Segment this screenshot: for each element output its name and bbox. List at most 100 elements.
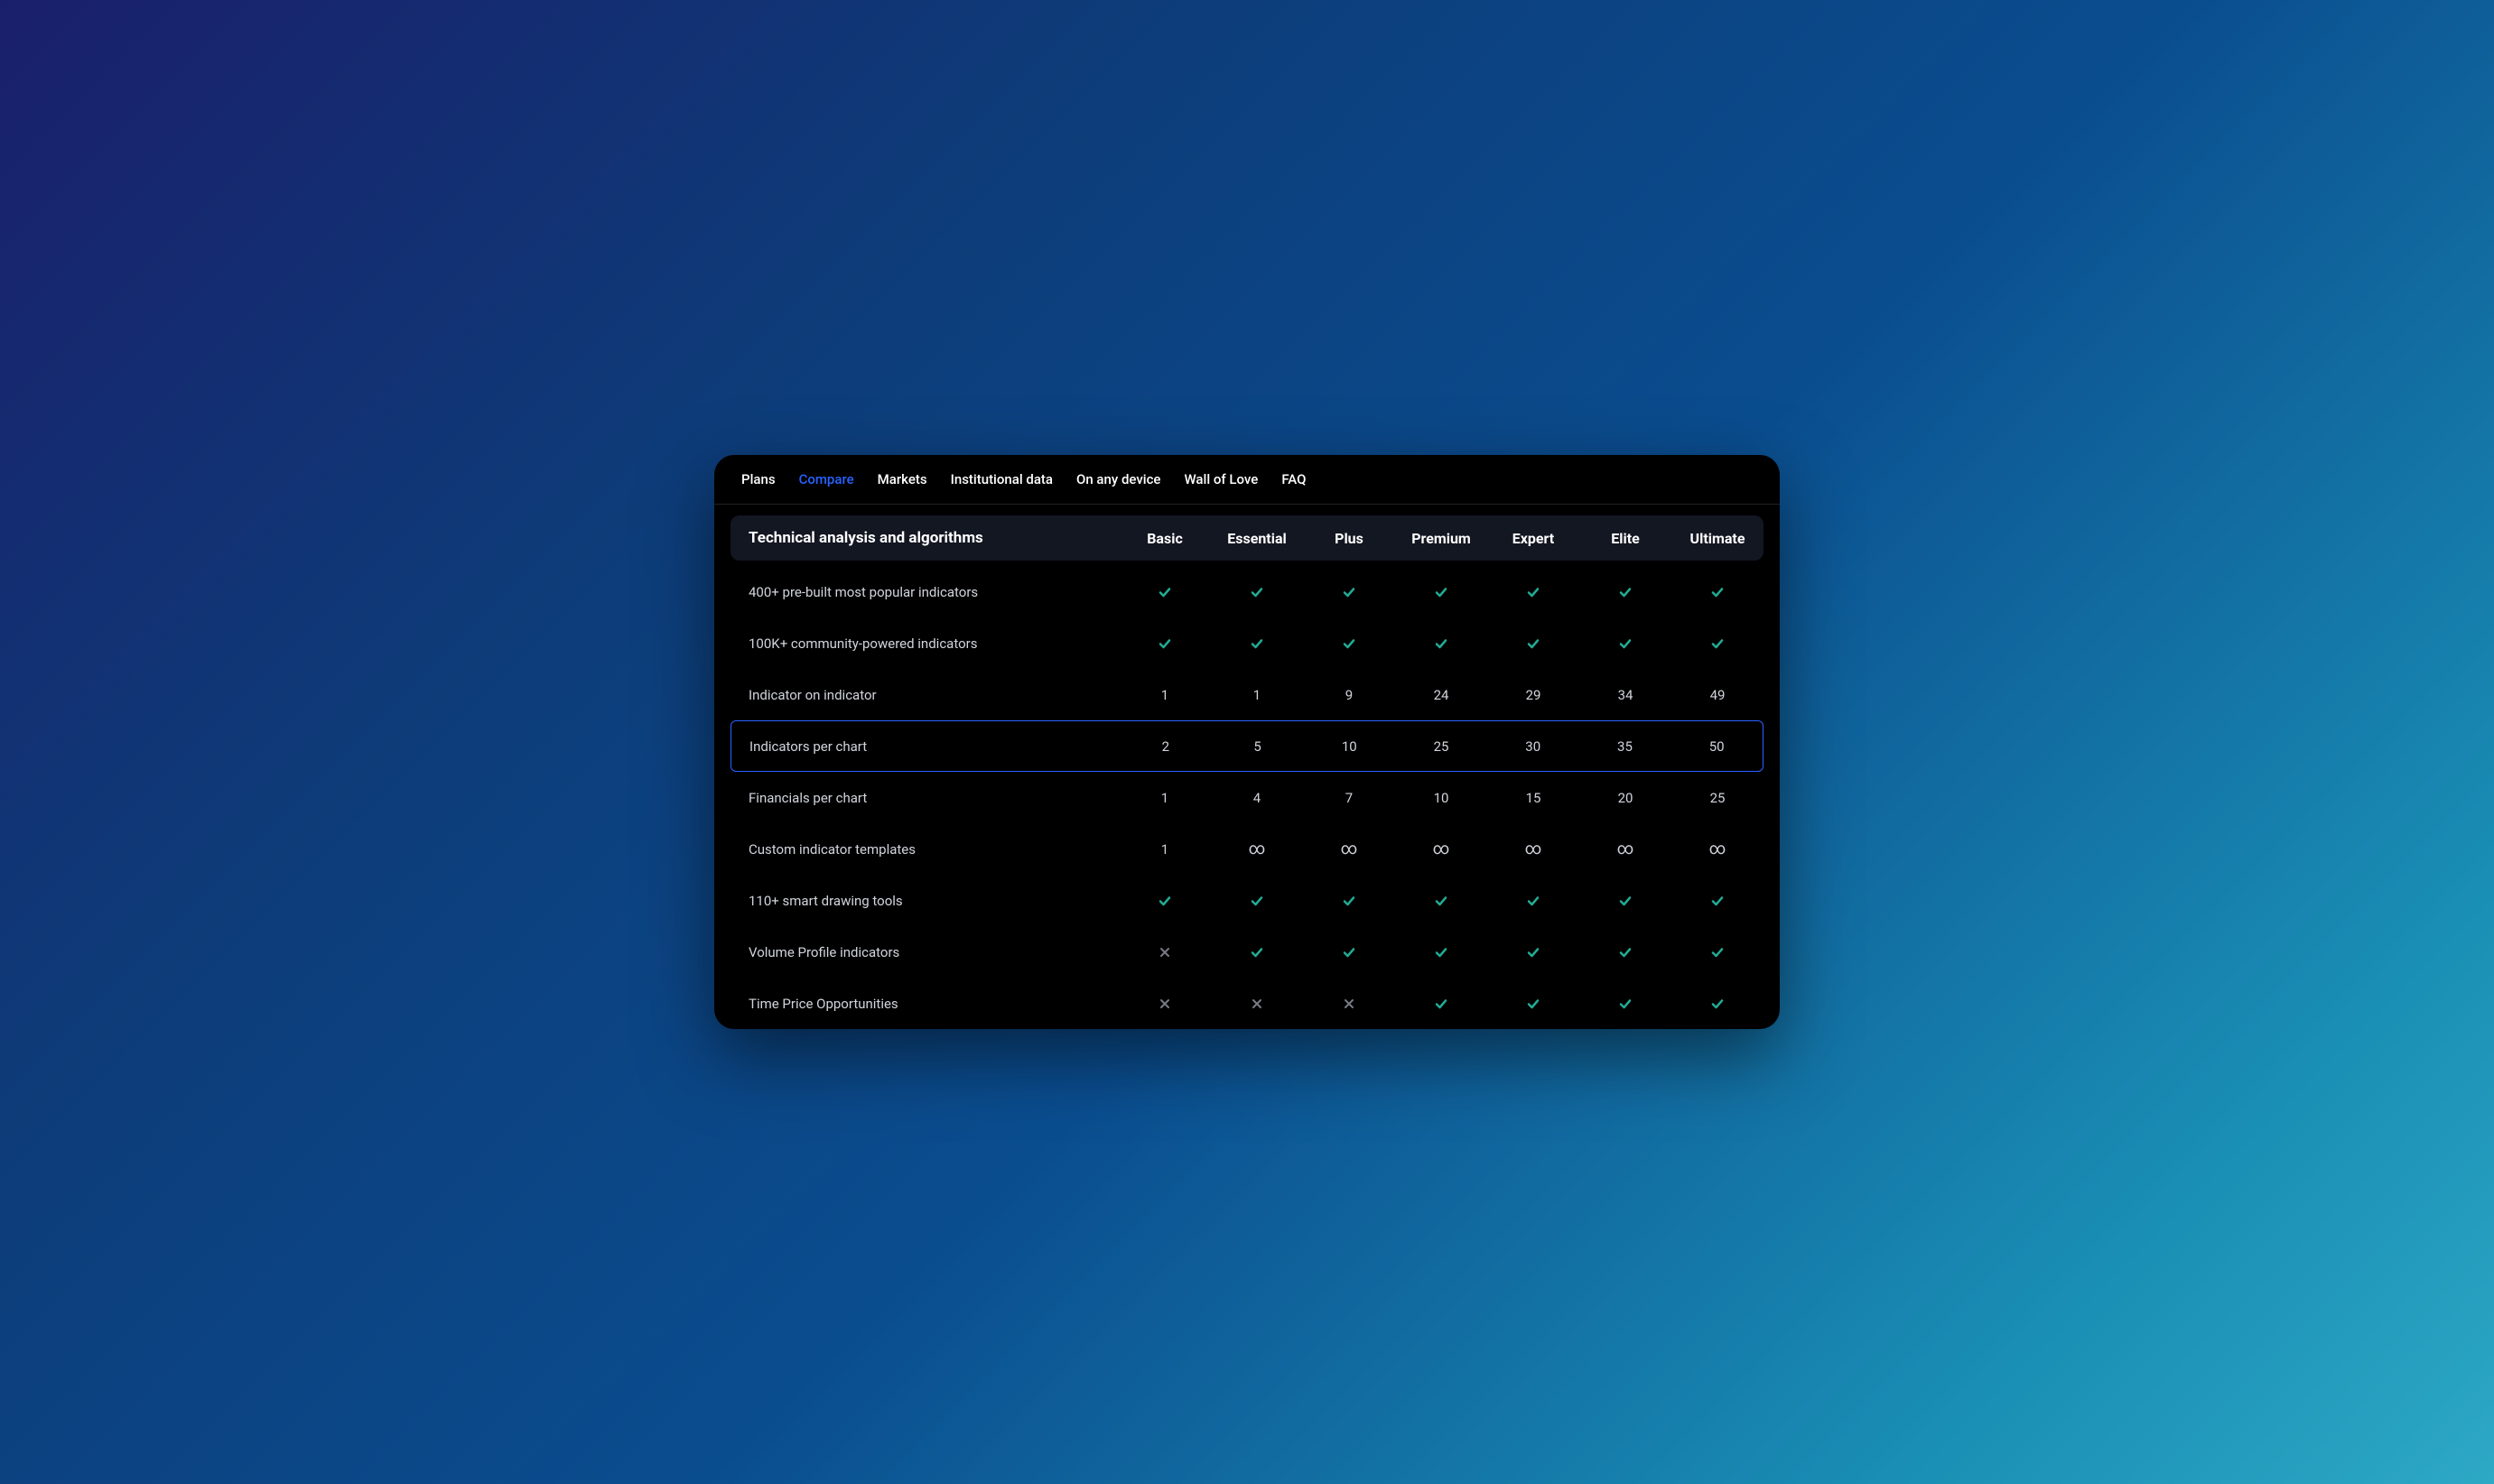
plan-columns: BasicEssentialPlusPremiumExpertEliteUlti… [1119,530,1763,547]
plan-col-elite: Elite [1579,530,1671,547]
check-icon [1158,894,1172,908]
feature-cell [1211,894,1303,908]
feature-cell: 10 [1395,790,1487,806]
check-icon [1250,894,1264,908]
check-icon [1710,945,1725,960]
feature-cell: 1 [1119,839,1211,858]
feature-cell: 1 [1119,687,1211,703]
feature-label: Financials per chart [731,790,1119,806]
feature-cell [1395,894,1487,908]
feature-cell [1487,636,1579,651]
feature-cell [1303,945,1395,960]
x-icon [1159,946,1171,959]
feature-label: Time Price Opportunities [731,996,1119,1012]
nav-item-plans[interactable]: Plans [741,471,776,487]
feature-label: Indicator on indicator [731,687,1119,703]
feature-cell: 35 [1579,738,1671,755]
feature-cell [1119,585,1211,599]
nav-item-institutional-data[interactable]: Institutional data [951,471,1053,487]
table-row[interactable]: Financials per chart14710152025 [731,772,1763,823]
infinity-icon: ∞ [1249,839,1266,858]
row-cells: 251025303550 [1120,738,1763,755]
infinity-icon: ∞ [1617,839,1634,858]
check-icon [1342,894,1356,908]
check-icon [1342,945,1356,960]
feature-cell: 1 [1211,687,1303,703]
nav-item-compare[interactable]: Compare [799,471,854,487]
feature-cell [1579,997,1671,1011]
check-icon [1158,585,1172,599]
feature-cell [1487,945,1579,960]
feature-cell: 4 [1211,790,1303,806]
table-row[interactable]: Indicator on indicator11924293449 [731,669,1763,720]
feature-label: Volume Profile indicators [731,944,1119,960]
compare-content: Technical analysis and algorithms BasicE… [714,505,1780,1030]
row-cells: 14710152025 [1119,790,1763,806]
nav-item-on-any-device[interactable]: On any device [1076,471,1160,487]
feature-cell [1671,585,1763,599]
section-title: Technical analysis and algorithms [731,528,1119,549]
row-cells [1119,636,1763,651]
check-icon [1342,585,1356,599]
infinity-icon: ∞ [1525,839,1542,858]
check-icon [1250,585,1264,599]
pricing-compare-window: Plans Compare Markets Institutional data On … [714,455,1780,1030]
table-row[interactable]: Custom indicator templates1∞∞∞∞∞∞ [731,823,1763,875]
plan-col-ultimate: Ultimate [1671,530,1763,547]
feature-cell [1303,997,1395,1011]
feature-cell [1211,585,1303,599]
feature-cell [1671,636,1763,651]
check-icon [1250,636,1264,651]
feature-cell: 10 [1303,738,1395,755]
x-icon [1251,997,1263,1010]
row-cells [1119,997,1763,1011]
feature-label: Custom indicator templates [731,841,1119,858]
check-icon [1618,636,1633,651]
feature-cell: ∞ [1211,839,1303,858]
feature-cell: 20 [1579,790,1671,806]
nav-item-markets[interactable]: Markets [878,471,927,487]
check-icon [1434,997,1448,1011]
feature-cell [1487,894,1579,908]
table-row[interactable]: Time Price Opportunities [731,978,1763,1029]
check-icon [1526,997,1540,1011]
check-icon [1434,585,1448,599]
check-icon [1618,894,1633,908]
nav-item-wall-of-love[interactable]: Wall of Love [1184,471,1258,487]
check-icon [1158,636,1172,651]
feature-cell [1303,894,1395,908]
x-icon [1159,997,1171,1010]
feature-cell [1671,945,1763,960]
feature-cell [1579,894,1671,908]
feature-cell: 25 [1671,790,1763,806]
row-cells [1119,945,1763,960]
feature-cell [1579,636,1671,651]
top-nav: Plans Compare Markets Institutional data On … [714,455,1780,505]
feature-cell: 9 [1303,687,1395,703]
check-icon [1434,636,1448,651]
table-row[interactable]: 100K+ community-powered indicators [731,617,1763,669]
feature-cell [1119,997,1211,1011]
nav-item-faq[interactable]: FAQ [1281,471,1306,487]
feature-cell [1579,945,1671,960]
table-row[interactable]: 400+ pre-built most popular indicators [731,566,1763,617]
plan-col-premium: Premium [1395,530,1487,547]
check-icon [1526,945,1540,960]
feature-cell [1119,636,1211,651]
feature-cell: ∞ [1487,839,1579,858]
row-cells [1119,585,1763,599]
feature-label: Indicators per chart [731,738,1120,755]
table-row[interactable]: 110+ smart drawing tools [731,875,1763,926]
feature-cell: 34 [1579,687,1671,703]
plan-col-plus: Plus [1303,530,1395,547]
feature-cell [1211,997,1303,1011]
check-icon [1618,945,1633,960]
table-row[interactable]: Volume Profile indicators [731,926,1763,978]
infinity-icon: ∞ [1433,839,1450,858]
check-icon [1710,585,1725,599]
row-cells: 11924293449 [1119,687,1763,703]
table-row[interactable]: Indicators per chart251025303550 [731,720,1763,772]
feature-cell: 7 [1303,790,1395,806]
check-icon [1618,585,1633,599]
check-icon [1618,997,1633,1011]
